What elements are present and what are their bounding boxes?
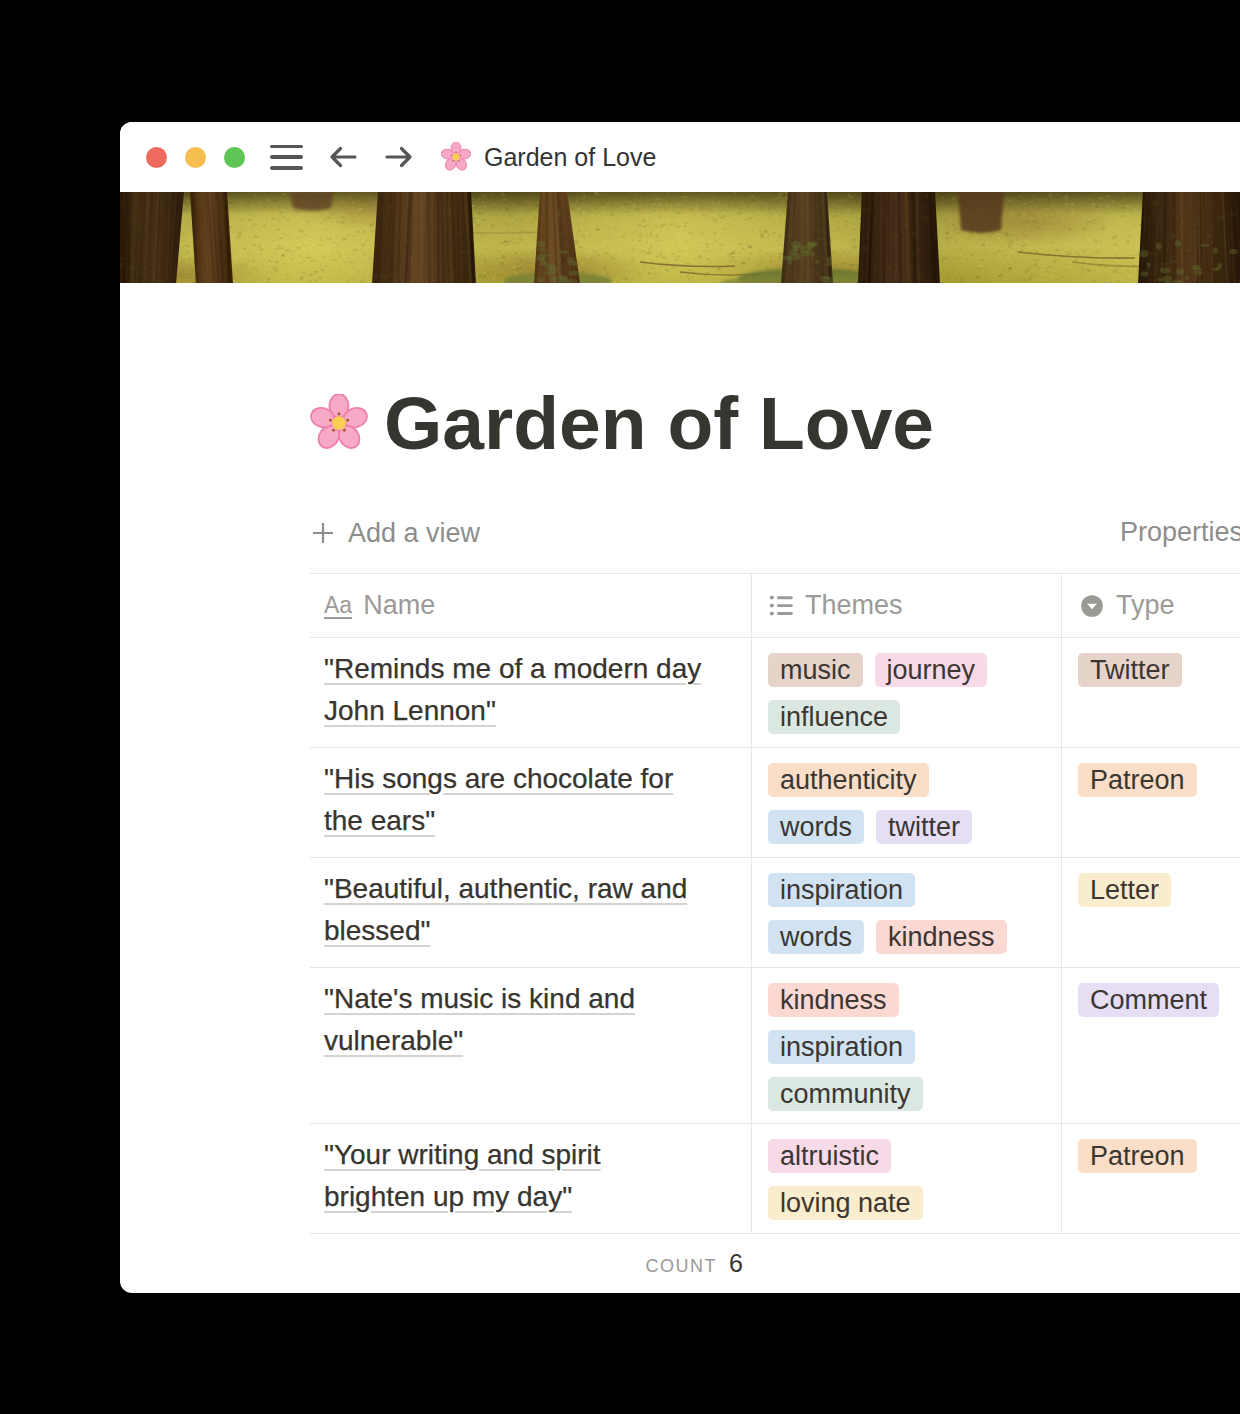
tag-journey: journey	[875, 653, 988, 687]
row-name[interactable]: "His songs are chocolate for the ears"	[310, 748, 751, 858]
cherry-blossom-page-icon[interactable]	[310, 394, 368, 452]
zoom-button[interactable]	[224, 147, 245, 168]
column-header-name[interactable]: Aa Name	[310, 573, 751, 638]
select-icon	[1079, 593, 1105, 619]
tag-Patreon: Patreon	[1078, 1139, 1197, 1173]
traffic-lights	[146, 147, 245, 168]
tag-words: words	[768, 920, 864, 954]
row-name[interactable]: "Your writing and spirit brighten up my …	[310, 1124, 751, 1234]
tag-Letter: Letter	[1078, 873, 1171, 907]
tag-kindness: kindness	[768, 983, 899, 1017]
row-themes[interactable]: authenticity words twitter	[751, 748, 1061, 858]
cover-image[interactable]	[120, 192, 1240, 283]
tag-music: music	[768, 653, 863, 687]
row-themes[interactable]: altruistic loving nate	[751, 1124, 1061, 1234]
row-type[interactable]: Comment	[1061, 968, 1240, 1124]
tag-twitter: twitter	[876, 810, 972, 844]
table-footer-count[interactable]: COUNT 6	[310, 1234, 751, 1278]
list-icon	[769, 593, 794, 618]
tag-altruistic: altruistic	[768, 1139, 891, 1173]
properties-button[interactable]: Properties	[1120, 517, 1240, 548]
row-type[interactable]: Letter	[1061, 858, 1240, 968]
close-button[interactable]	[146, 147, 167, 168]
row-type[interactable]: Patreon	[1061, 748, 1240, 858]
row-type[interactable]: Patreon	[1061, 1124, 1240, 1234]
tag-words: words	[768, 810, 864, 844]
tag-loving-nate: loving nate	[768, 1186, 923, 1220]
window-title: Garden of Love	[484, 143, 656, 172]
tag-inspiration: inspiration	[768, 1030, 915, 1064]
forest-cover-art	[120, 192, 1240, 283]
text-icon: Aa	[324, 593, 352, 619]
back-arrow-icon[interactable]	[327, 143, 359, 171]
tag-Patreon: Patreon	[1078, 763, 1197, 797]
sidebar-menu-icon[interactable]	[270, 144, 303, 171]
tag-inspiration: inspiration	[768, 873, 915, 907]
row-themes[interactable]: music journey influence	[751, 638, 1061, 748]
app-window: Garden of Love Garden of Love Add a view…	[120, 122, 1240, 1293]
database-table: Aa Name Themes Type "Reminds me of a mod…	[310, 573, 1240, 1234]
row-name[interactable]: "Nate's music is kind and vulnerable"	[310, 968, 751, 1124]
window-titlebar: Garden of Love	[120, 122, 1240, 192]
row-themes[interactable]: kindness inspiration community	[751, 968, 1061, 1124]
add-view-button[interactable]: Add a view	[310, 518, 480, 549]
plus-icon	[310, 520, 336, 546]
column-header-themes[interactable]: Themes	[751, 573, 1061, 638]
page-title: Garden of Love	[310, 383, 1240, 463]
column-header-type[interactable]: Type	[1061, 573, 1240, 638]
tag-kindness: kindness	[876, 920, 1007, 954]
tag-influence: influence	[768, 700, 900, 734]
tag-authenticity: authenticity	[768, 763, 929, 797]
row-name[interactable]: "Reminds me of a modern day John Lennon"	[310, 638, 751, 748]
tag-community: community	[768, 1077, 923, 1111]
cherry-blossom-icon	[441, 142, 471, 172]
row-themes[interactable]: inspiration words kindness	[751, 858, 1061, 968]
row-name[interactable]: "Beautiful, authentic, raw and blessed"	[310, 858, 751, 968]
tag-Twitter: Twitter	[1078, 653, 1182, 687]
tag-Comment: Comment	[1078, 983, 1219, 1017]
row-type[interactable]: Twitter	[1061, 638, 1240, 748]
forward-arrow-icon[interactable]	[383, 143, 415, 171]
minimize-button[interactable]	[185, 147, 206, 168]
